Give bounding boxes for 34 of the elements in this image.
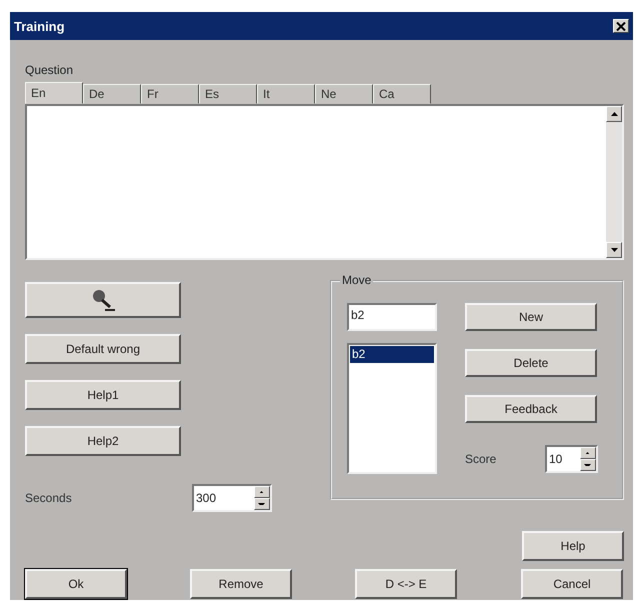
language-tab[interactable]: Ca [373,84,431,104]
dialog-button[interactable]: Ok [25,569,127,599]
question-label: Question [25,62,74,78]
seconds-label: Seconds [25,491,73,505]
move-action-button[interactable]: Delete [465,349,597,377]
score-label: Score [465,452,498,466]
seconds-spinner[interactable]: 300 [192,484,272,512]
side-button[interactable]: Help2 [25,426,181,456]
close-button[interactable] [613,19,629,33]
language-tab[interactable]: Es [199,84,257,104]
move-action-button[interactable]: Feedback [465,395,597,423]
dialog-button[interactable]: Remove [190,569,292,599]
side-button[interactable]: Default wrong [25,334,181,364]
move-action-button[interactable]: New [465,303,597,331]
help-button[interactable]: Help [522,531,624,561]
list-item[interactable]: b2 [350,346,434,363]
language-tab[interactable]: Fr [141,84,199,104]
move-input-field[interactable]: b2 [347,303,437,331]
language-tab[interactable]: Ne [315,84,373,104]
scroll-up-icon [610,112,618,116]
language-tab[interactable]: En [25,82,83,104]
side-button[interactable]: Help1 [25,380,181,410]
dialog-button[interactable]: Cancel [521,569,623,599]
window-title: Training [14,18,65,34]
microphone-button[interactable] [25,282,181,318]
scroll-down-icon [610,248,618,252]
dialog-button[interactable]: D <-> E [355,569,457,599]
scrollbar[interactable] [606,106,622,258]
language-tab[interactable]: De [83,84,141,104]
microphone-icon [90,288,116,312]
close-icon [616,22,626,30]
score-spinner[interactable]: 10 [545,445,598,473]
group-title: Move [340,273,374,287]
language-tab[interactable]: It [257,84,315,104]
